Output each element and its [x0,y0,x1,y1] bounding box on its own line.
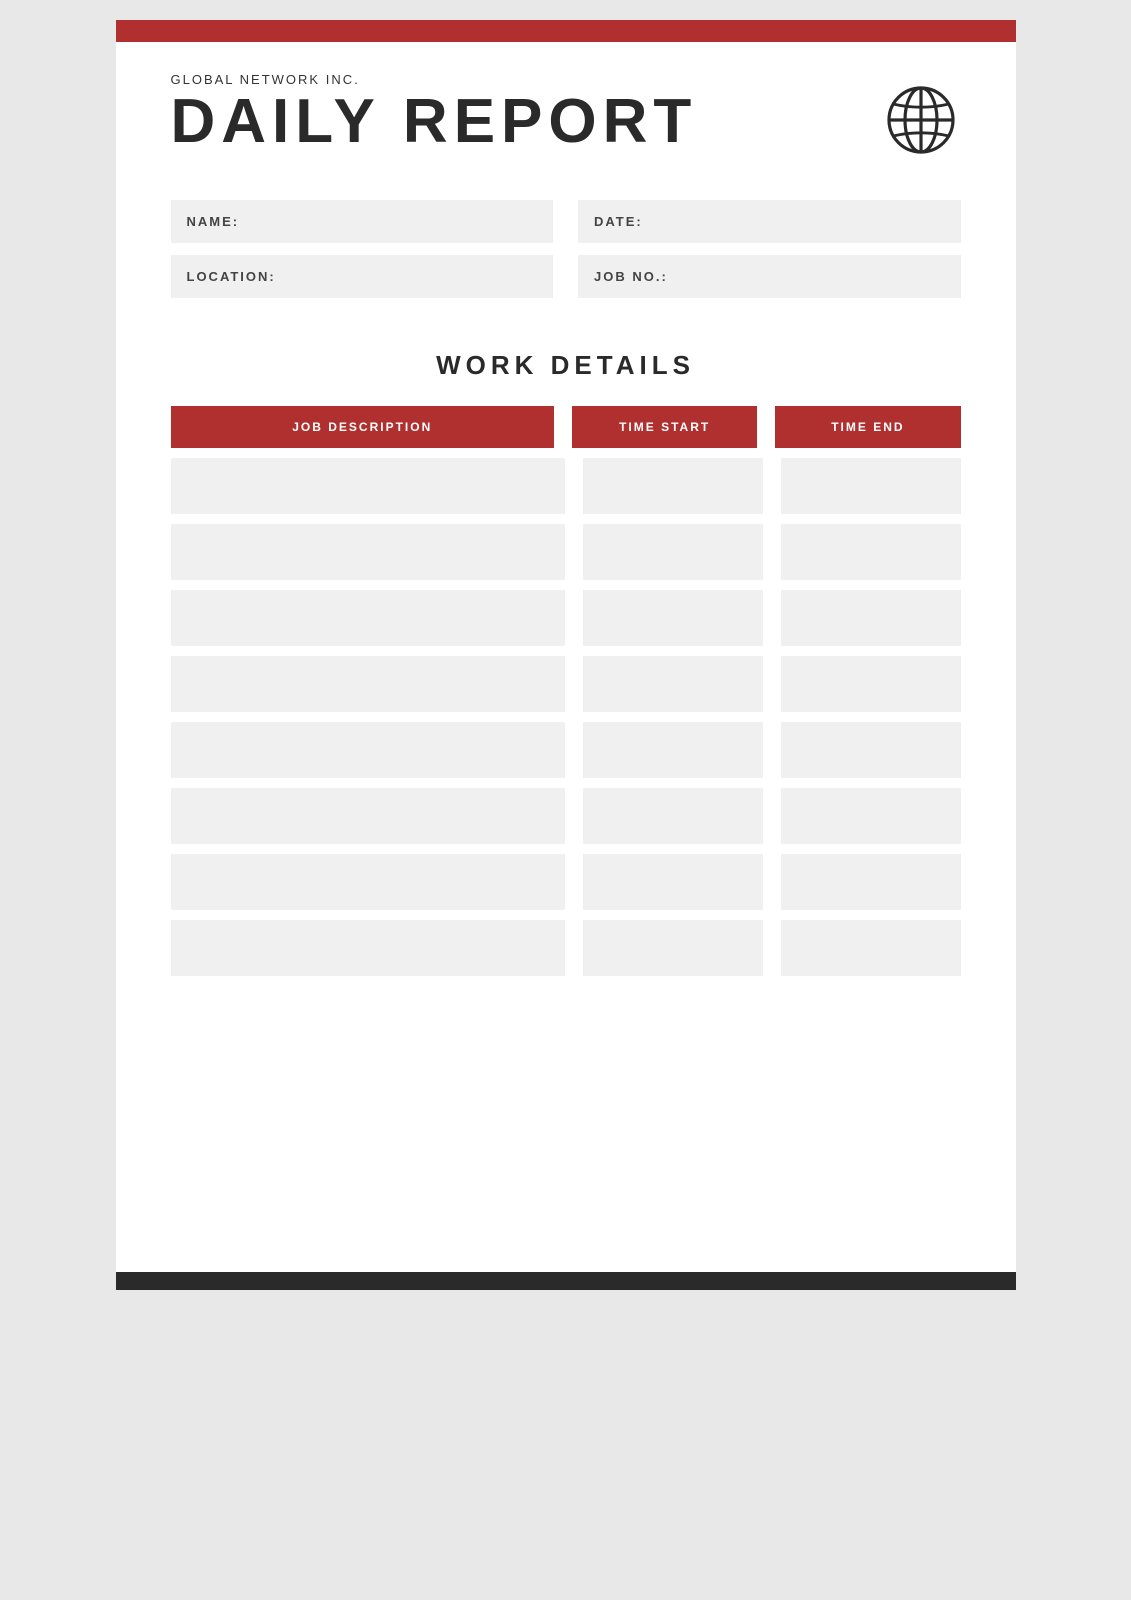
top-accent-bar [116,20,1016,42]
job-desc-cell-6[interactable] [171,788,566,844]
job-desc-cell-2[interactable] [171,524,566,580]
time-start-cell-4[interactable] [583,656,763,712]
table-row [171,722,961,778]
form-row-2: LOCATION: JOB NO.: [171,255,961,298]
table-row [171,788,961,844]
job-desc-cell-3[interactable] [171,590,566,646]
location-label: LOCATION: [187,269,276,284]
time-end-cell-2[interactable] [781,524,961,580]
job-desc-cell-5[interactable] [171,722,566,778]
name-label: NAME: [187,214,240,229]
time-end-cell-7[interactable] [781,854,961,910]
table-header: JOB DESCRIPTION TIME START TIME END [171,406,961,448]
job-desc-cell-7[interactable] [171,854,566,910]
date-field[interactable]: DATE: [578,200,961,243]
time-end-cell-8[interactable] [781,920,961,976]
header-left: GLOBAL NETWORK INC. DAILY REPORT [171,72,698,153]
time-end-cell-3[interactable] [781,590,961,646]
col-header-job-description: JOB DESCRIPTION [171,406,555,448]
job-desc-cell-8[interactable] [171,920,566,976]
time-end-cell-5[interactable] [781,722,961,778]
time-end-cell-4[interactable] [781,656,961,712]
time-start-cell-6[interactable] [583,788,763,844]
table-row [171,458,961,514]
date-label: DATE: [594,214,643,229]
table-row [171,920,961,976]
report-title: DAILY REPORT [171,91,698,153]
col-header-time-start: TIME START [572,406,757,448]
table-body [171,458,961,976]
time-start-cell-8[interactable] [583,920,763,976]
time-start-cell-2[interactable] [583,524,763,580]
bottom-accent-bar [116,1272,1016,1290]
header-section: GLOBAL NETWORK INC. DAILY REPORT [116,42,1016,180]
time-start-cell-3[interactable] [583,590,763,646]
table-row [171,854,961,910]
job-desc-cell-4[interactable] [171,656,566,712]
time-end-cell-6[interactable] [781,788,961,844]
time-end-cell-1[interactable] [781,458,961,514]
time-start-cell-1[interactable] [583,458,763,514]
form-section: NAME: DATE: LOCATION: JOB NO.: [116,180,1016,320]
form-row-1: NAME: DATE: [171,200,961,243]
col-header-time-end: TIME END [775,406,960,448]
work-details-section: WORK DETAILS JOB DESCRIPTION TIME START … [116,320,1016,996]
job-no-label: JOB NO.: [594,269,668,284]
page-container: GLOBAL NETWORK INC. DAILY REPORT NAME: D… [116,20,1016,1290]
work-table: JOB DESCRIPTION TIME START TIME END [171,406,961,976]
time-start-cell-7[interactable] [583,854,763,910]
job-no-field[interactable]: JOB NO.: [578,255,961,298]
job-desc-cell-1[interactable] [171,458,566,514]
table-row [171,524,961,580]
globe-icon [881,80,961,160]
work-details-title: WORK DETAILS [171,350,961,381]
location-field[interactable]: LOCATION: [171,255,554,298]
company-name: GLOBAL NETWORK INC. [171,72,698,87]
table-row [171,656,961,712]
table-row [171,590,961,646]
name-field[interactable]: NAME: [171,200,554,243]
time-start-cell-5[interactable] [583,722,763,778]
